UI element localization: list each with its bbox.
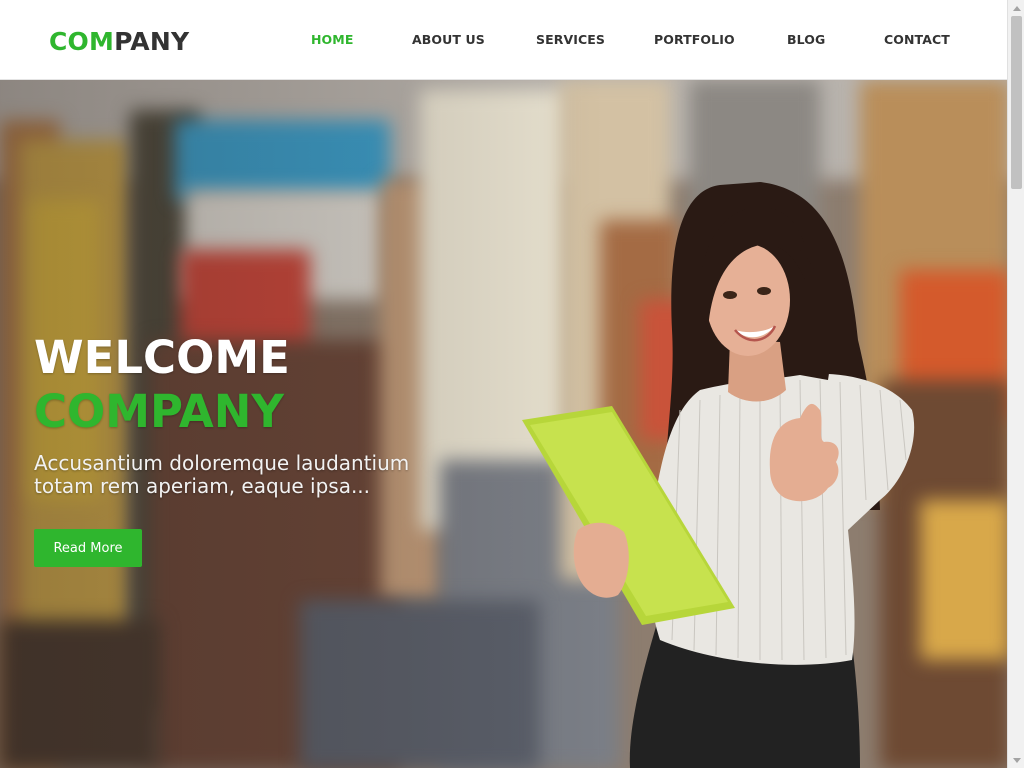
nav-services[interactable]: SERVICES [536, 31, 605, 49]
site-header: COMPANY HOME ABOUT US SERVICES PORTFOLIO… [0, 0, 1007, 80]
scrollbar-thumb[interactable] [1011, 16, 1022, 189]
scroll-up-arrow-icon[interactable] [1008, 0, 1024, 16]
nav-about-us[interactable]: ABOUT US [412, 31, 485, 49]
hero-title-welcome: WELCOME [34, 331, 290, 384]
nav-blog[interactable]: BLOG [787, 31, 825, 49]
nav-contact[interactable]: CONTACT [884, 31, 950, 49]
hero-subtitle: Accusantium doloremque laudantium totam … [34, 451, 410, 498]
hero-title-company: COMPANY [34, 385, 284, 438]
scroll-down-arrow-icon[interactable] [1008, 752, 1024, 768]
read-more-button[interactable]: Read More [34, 529, 142, 567]
nav-home[interactable]: HOME [311, 31, 353, 49]
page-scrollbar[interactable] [1007, 0, 1024, 768]
logo-accent-text: COM [49, 27, 115, 56]
hero-banner: WELCOME COMPANY Accusantium doloremque l… [0, 80, 1007, 768]
nav-portfolio[interactable]: PORTFOLIO [654, 31, 735, 49]
logo-dark-text: PANY [114, 27, 190, 56]
site-logo[interactable]: COMPANY [49, 27, 189, 57]
